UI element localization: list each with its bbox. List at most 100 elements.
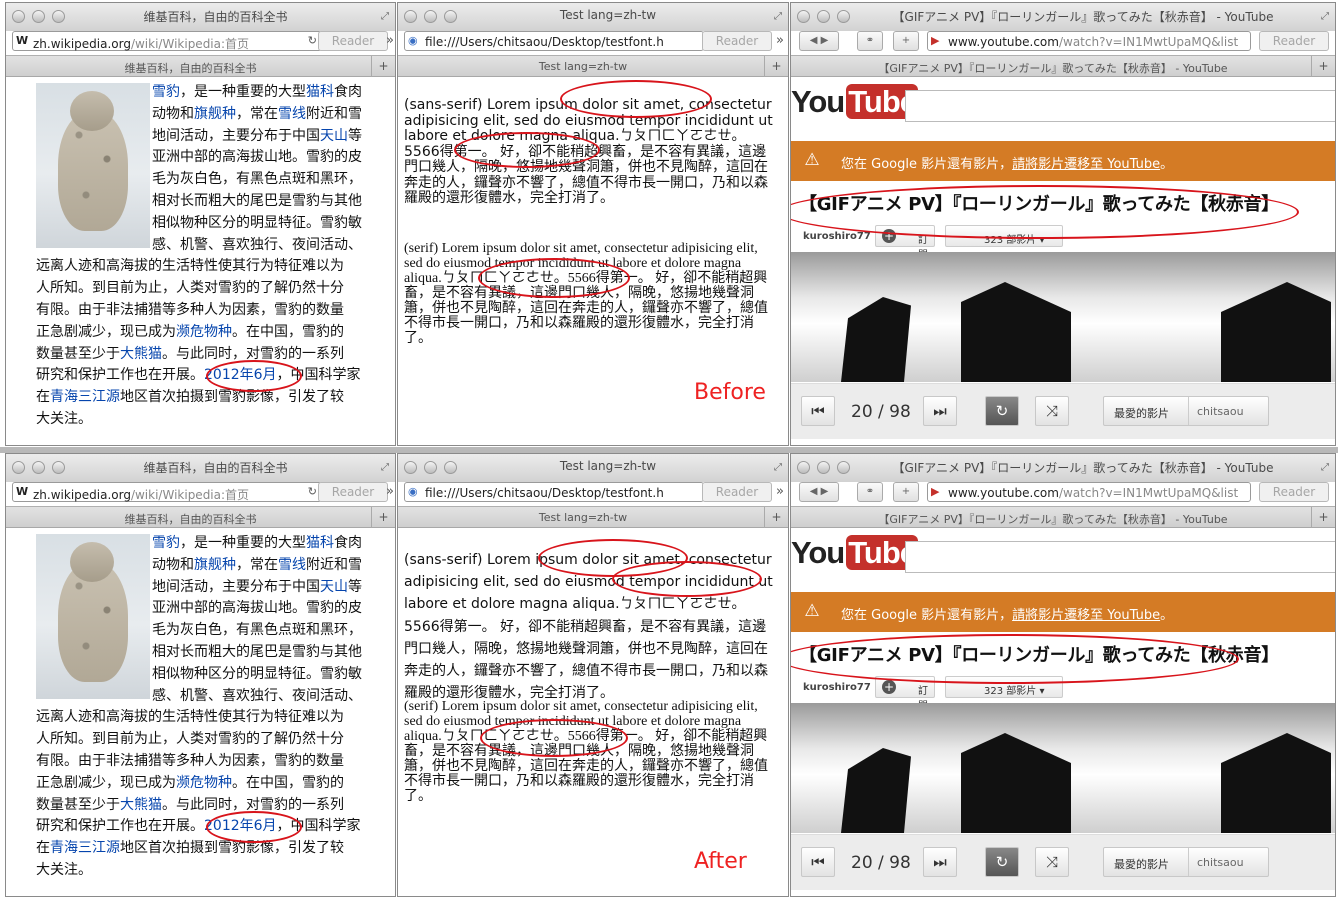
zoom-button[interactable]	[837, 461, 850, 474]
search-input[interactable]	[905, 541, 1335, 573]
previous-icon[interactable]: ⏮	[801, 396, 835, 426]
migrate-link[interactable]: 請將影片遷移至 YouTube	[1012, 608, 1160, 623]
link-snowline[interactable]: 雪线	[278, 557, 306, 573]
link-snow-leopard[interactable]: 雪豹	[152, 84, 180, 100]
video-count-dropdown[interactable]: 323 部影片 ▾	[945, 225, 1063, 247]
fullscreen-icon[interactable]: ⤢	[1321, 11, 1329, 22]
migrate-link[interactable]: 請將影片遷移至 YouTube	[1012, 157, 1160, 172]
more-chevron-icon[interactable]: »	[776, 33, 784, 48]
link-flagship[interactable]: 旗舰种	[194, 106, 236, 122]
channel-name[interactable]: kuroshiro77	[803, 231, 871, 242]
link-felidae[interactable]: 猫科	[306, 84, 334, 100]
reader-button[interactable]: Reader	[1259, 31, 1329, 51]
zoom-button[interactable]	[52, 461, 65, 474]
video-count-dropdown[interactable]: 323 部影片 ▾	[945, 676, 1063, 698]
tab-youtube[interactable]: 【GIFアニメ PV】『ローリンガール』歌ってみた【秋赤音】 - YouTube	[801, 60, 1305, 76]
zoom-button[interactable]	[52, 10, 65, 23]
address-bar[interactable]: W zh.wikipedia.org/wiki/Wikipedia:首页 ↻	[12, 482, 322, 502]
minimize-button[interactable]	[32, 10, 45, 23]
back-forward-buttons[interactable]: ◀ ▶	[799, 482, 839, 502]
fullscreen-icon[interactable]: ⤢	[381, 11, 389, 22]
link-snow-leopard[interactable]: 雪豹	[152, 535, 180, 551]
link-flagship[interactable]: 旗舰种	[194, 557, 236, 573]
minimize-button[interactable]	[424, 461, 437, 474]
more-chevron-icon[interactable]: »	[386, 33, 394, 48]
shuffle-icon[interactable]: ⤨	[1035, 847, 1069, 877]
address-bar[interactable]: ▶ www.youtube.com/watch?v=IN1MwtUpaMQ&li…	[927, 31, 1251, 51]
close-button[interactable]	[12, 461, 25, 474]
reader-button[interactable]: Reader	[318, 31, 388, 51]
address-bar[interactable]: ▶ www.youtube.com/watch?v=IN1MwtUpaMQ&li…	[927, 482, 1251, 502]
link-tianshan[interactable]: 天山	[320, 128, 348, 144]
minimize-button[interactable]	[817, 461, 830, 474]
tab-wikipedia[interactable]: 维基百科，自由的百科全书	[16, 511, 365, 527]
search-input[interactable]	[905, 90, 1335, 122]
close-button[interactable]	[404, 461, 417, 474]
reload-icon[interactable]: ↻	[308, 34, 317, 47]
link-giant-panda[interactable]: 大熊猫	[120, 797, 162, 813]
youtube-logo[interactable]: You Tube	[791, 84, 918, 120]
new-tab-icon[interactable]: +	[764, 507, 788, 528]
close-button[interactable]	[404, 10, 417, 23]
address-bar[interactable]: W zh.wikipedia.org/wiki/Wikipedia:首页 ↻	[12, 31, 322, 51]
link-felidae[interactable]: 猫科	[306, 535, 334, 551]
favorites-button[interactable]: 最愛的影片 chitsaou	[1103, 396, 1269, 426]
zoom-button[interactable]	[444, 461, 457, 474]
previous-icon[interactable]: ⏮	[801, 847, 835, 877]
fullscreen-icon[interactable]: ⤢	[1321, 462, 1329, 473]
close-button[interactable]	[12, 10, 25, 23]
link-endangered[interactable]: 濒危物种	[176, 324, 232, 340]
minimize-button[interactable]	[32, 461, 45, 474]
link-giant-panda[interactable]: 大熊猫	[120, 346, 162, 362]
video-player[interactable]	[791, 252, 1335, 382]
back-forward-buttons[interactable]: ◀ ▶	[799, 31, 839, 51]
reader-button[interactable]: Reader	[1259, 482, 1329, 502]
tab-youtube[interactable]: 【GIFアニメ PV】『ローリンガール』歌ってみた【秋赤音】 - YouTube	[801, 511, 1305, 527]
reader-button[interactable]: Reader	[702, 31, 772, 51]
more-chevron-icon[interactable]: »	[776, 484, 784, 499]
close-button[interactable]	[797, 10, 810, 23]
link-sanjiangyuan[interactable]: 青海三江源	[50, 840, 120, 856]
add-bookmark-icon[interactable]: +	[893, 482, 919, 502]
link-tianshan[interactable]: 天山	[320, 579, 348, 595]
link-june-2012[interactable]: 2012年6月	[204, 818, 277, 834]
next-icon[interactable]: ⏭	[923, 847, 957, 877]
minimize-button[interactable]	[424, 10, 437, 23]
new-tab-icon[interactable]: +	[1311, 507, 1335, 528]
bookmarks-icon[interactable]: ⚭	[857, 482, 883, 502]
address-bar[interactable]: ◉ file:///Users/chitsaou/Desktop/testfon…	[404, 31, 704, 51]
favorites-button[interactable]: 最愛的影片 chitsaou	[1103, 847, 1269, 877]
address-bar[interactable]: ◉ file:///Users/chitsaou/Desktop/testfon…	[404, 482, 704, 502]
new-tab-icon[interactable]: +	[1311, 56, 1335, 77]
shuffle-icon[interactable]: ⤨	[1035, 396, 1069, 426]
reload-icon[interactable]: ↻	[308, 485, 317, 498]
repeat-icon[interactable]: ↻	[985, 847, 1019, 877]
link-snowline[interactable]: 雪线	[278, 106, 306, 122]
tab-test[interactable]: Test lang=zh-tw	[408, 60, 758, 73]
video-player[interactable]	[791, 703, 1335, 833]
channel-name[interactable]: kuroshiro77	[803, 682, 871, 693]
new-tab-icon[interactable]: +	[371, 56, 395, 77]
tab-wikipedia[interactable]: 维基百科，自由的百科全书	[16, 60, 365, 76]
subscribe-button[interactable]: +訂閱	[875, 676, 935, 712]
link-endangered[interactable]: 濒危物种	[176, 775, 232, 791]
fullscreen-icon[interactable]: ⤢	[774, 11, 782, 22]
reader-button[interactable]: Reader	[702, 482, 772, 502]
minimize-button[interactable]	[817, 10, 830, 23]
youtube-logo[interactable]: You Tube	[791, 535, 918, 571]
reader-button[interactable]: Reader	[318, 482, 388, 502]
link-sanjiangyuan[interactable]: 青海三江源	[50, 389, 120, 405]
add-bookmark-icon[interactable]: +	[893, 31, 919, 51]
fullscreen-icon[interactable]: ⤢	[381, 462, 389, 473]
next-icon[interactable]: ⏭	[923, 396, 957, 426]
new-tab-icon[interactable]: +	[764, 56, 788, 77]
new-tab-icon[interactable]: +	[371, 507, 395, 528]
tab-test[interactable]: Test lang=zh-tw	[408, 511, 758, 524]
close-button[interactable]	[797, 461, 810, 474]
subscribe-button[interactable]: +訂閱	[875, 225, 935, 261]
repeat-icon[interactable]: ↻	[985, 396, 1019, 426]
zoom-button[interactable]	[444, 10, 457, 23]
bookmarks-icon[interactable]: ⚭	[857, 31, 883, 51]
more-chevron-icon[interactable]: »	[386, 484, 394, 499]
link-june-2012[interactable]: 2012年6月	[204, 367, 277, 383]
